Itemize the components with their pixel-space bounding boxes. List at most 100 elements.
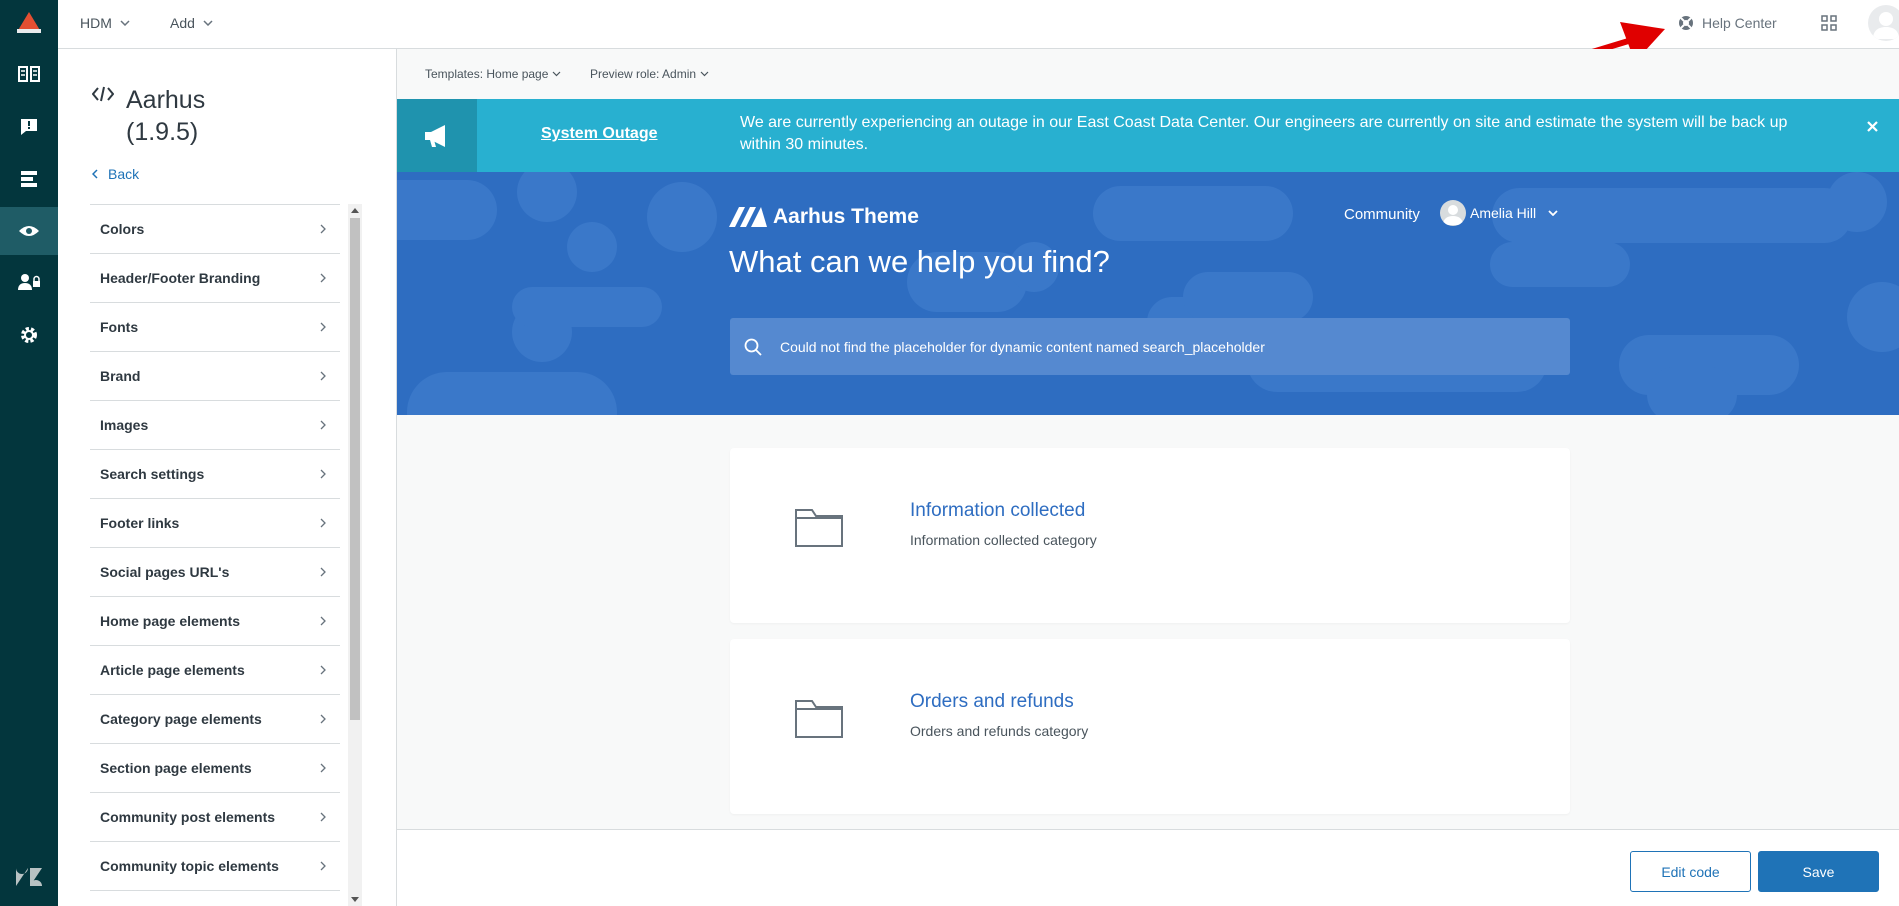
settings-item-label: Colors: [100, 221, 145, 237]
close-icon[interactable]: [1867, 121, 1878, 132]
theme-settings-panel: Aarhus (1.9.5) Back Colors Header/Footer…: [58, 49, 397, 906]
settings-list: Colors Header/Footer Branding Fonts Bran…: [90, 204, 340, 891]
settings-item-home-page-elements[interactable]: Home page elements: [90, 597, 340, 646]
megaphone-icon: [425, 124, 445, 147]
search-input[interactable]: [780, 338, 1570, 355]
back-label: Back: [108, 166, 140, 182]
zendesk-home-icon[interactable]: [14, 10, 44, 36]
user-avatar: [1440, 200, 1466, 226]
chevron-down-icon: [203, 20, 213, 26]
chevron-down-icon: [552, 71, 561, 77]
template-dropdown[interactable]: Templates: Home page: [425, 49, 561, 99]
chevron-down-icon: [120, 20, 130, 26]
folder-icon: [795, 700, 843, 738]
theme-name: Aarhus: [126, 86, 206, 114]
chevron-right-icon: [320, 224, 326, 234]
settings-item-brand[interactable]: Brand: [90, 352, 340, 401]
hdm-menu-label: HDM: [80, 15, 112, 31]
settings-item-header-footer-branding[interactable]: Header/Footer Branding: [90, 254, 340, 303]
nav-user-permissions[interactable]: [0, 258, 58, 306]
settings-item-label: Category page elements: [100, 711, 262, 727]
settings-item-label: Brand: [100, 368, 141, 384]
settings-item-label: Community topic elements: [100, 858, 279, 874]
chevron-right-icon: [320, 567, 326, 577]
add-menu[interactable]: Add: [170, 0, 213, 46]
chevron-right-icon: [320, 371, 326, 381]
category-card[interactable]: Information collected Information collec…: [730, 448, 1570, 623]
user-silhouette-icon: [1873, 12, 1899, 39]
banner-message: We are currently experiencing an outage …: [740, 114, 1788, 153]
chevron-right-icon: [320, 518, 326, 528]
banner-title[interactable]: System Outage: [541, 125, 657, 143]
settings-item-section-page-elements[interactable]: Section page elements: [90, 744, 340, 793]
settings-item-label: Community post elements: [100, 809, 276, 825]
settings-item-community-post-elements[interactable]: Community post elements: [90, 793, 340, 842]
eye-icon: [19, 226, 39, 236]
settings-scrollbar[interactable]: [348, 204, 362, 906]
category-description: Orders and refunds category: [910, 723, 1089, 739]
nav-community[interactable]: [0, 103, 58, 151]
chevron-right-icon: [320, 322, 326, 332]
settings-item-search-settings[interactable]: Search settings: [90, 450, 340, 499]
settings-item-label: Article page elements: [100, 662, 245, 678]
settings-item-label: Footer links: [100, 515, 180, 531]
feedback-icon: [21, 119, 37, 135]
category-title[interactable]: Orders and refunds: [910, 691, 1074, 713]
nav-arrange[interactable]: [0, 155, 58, 203]
banner-icon-box: [397, 99, 477, 172]
theme-version: (1.9.5): [126, 118, 199, 146]
add-menu-label: Add: [170, 15, 195, 31]
brand-mark-icon: [729, 207, 767, 227]
preview-role-label: Preview role: Admin: [590, 67, 697, 81]
brand-name: Aarhus Theme: [773, 205, 919, 228]
settings-item-label: Home page elements: [100, 613, 241, 629]
gear-icon: [21, 327, 37, 343]
search-box[interactable]: [730, 318, 1570, 375]
chevron-right-icon: [320, 665, 326, 675]
chevron-right-icon: [320, 763, 326, 773]
settings-item-label: Social pages URL's: [100, 564, 230, 580]
help-center-label: Help Center: [1702, 15, 1777, 31]
hdm-menu[interactable]: HDM: [80, 0, 130, 46]
chevron-down-icon: [1548, 210, 1558, 216]
settings-item-community-topic-elements[interactable]: Community topic elements: [90, 842, 340, 891]
category-title[interactable]: Information collected: [910, 500, 1085, 522]
settings-item-article-page-elements[interactable]: Article page elements: [90, 646, 340, 695]
chevron-right-icon: [320, 812, 326, 822]
nav-customize-design[interactable]: [0, 207, 58, 255]
help-center-link[interactable]: Help Center: [1678, 0, 1777, 46]
settings-item-fonts[interactable]: Fonts: [90, 303, 340, 352]
chevron-right-icon: [320, 469, 326, 479]
template-dropdown-label: Templates: Home page: [425, 67, 549, 81]
user-avatar[interactable]: [1868, 5, 1899, 41]
editor-footer: Edit code Save: [397, 829, 1899, 906]
search-icon: [744, 338, 762, 356]
chevron-down-icon: [700, 71, 709, 77]
scroll-thumb[interactable]: [350, 218, 360, 720]
settings-item-social-pages[interactable]: Social pages URL's: [90, 548, 340, 597]
category-card[interactable]: Orders and refunds Orders and refunds ca…: [730, 639, 1570, 814]
apps-grid-icon[interactable]: [1821, 15, 1837, 31]
scroll-down-arrow-icon[interactable]: [351, 897, 359, 902]
chevron-right-icon: [320, 273, 326, 283]
settings-item-colors[interactable]: Colors: [90, 205, 340, 254]
notification-banner: System Outage We are currently experienc…: [397, 99, 1899, 172]
brand-logo[interactable]: Aarhus Theme: [729, 205, 919, 229]
settings-item-category-page-elements[interactable]: Category page elements: [90, 695, 340, 744]
preview-role-dropdown[interactable]: Preview role: Admin: [590, 49, 709, 99]
nav-guide[interactable]: [0, 50, 58, 98]
hero-section: Aarhus Theme Community Amelia Hill What …: [397, 172, 1899, 415]
community-link[interactable]: Community: [1344, 206, 1420, 223]
settings-item-label: Header/Footer Branding: [100, 270, 261, 286]
user-menu[interactable]: Amelia Hill: [1440, 200, 1558, 226]
scroll-up-arrow-icon[interactable]: [351, 208, 359, 213]
chevron-right-icon: [320, 616, 326, 626]
lifebuoy-icon: [1679, 16, 1693, 30]
back-link[interactable]: Back: [92, 166, 139, 182]
nav-settings[interactable]: [0, 311, 58, 359]
edit-code-button[interactable]: Edit code: [1630, 851, 1751, 892]
save-button[interactable]: Save: [1758, 851, 1879, 892]
settings-item-images[interactable]: Images: [90, 401, 340, 450]
product-nav-rail: [0, 0, 58, 906]
settings-item-footer-links[interactable]: Footer links: [90, 499, 340, 548]
